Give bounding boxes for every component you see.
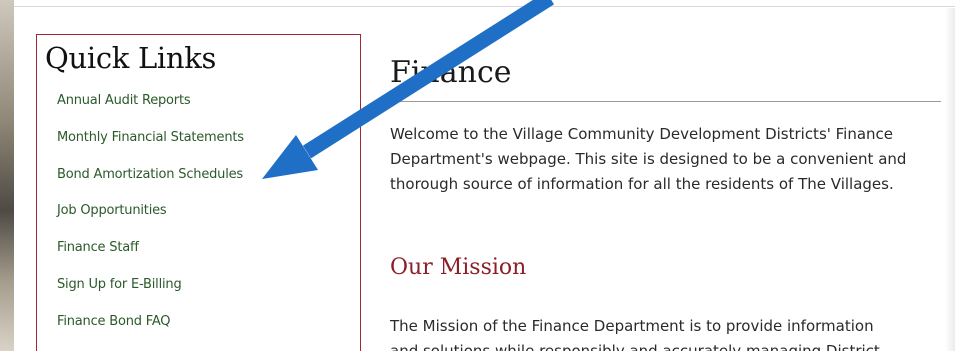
list-item: Finance Staff [57, 238, 244, 275]
quick-links-list: Annual Audit Reports Monthly Financial S… [57, 91, 244, 349]
link-finance-staff[interactable]: Finance Staff [57, 240, 139, 255]
link-monthly-financial-statements[interactable]: Monthly Financial Statements [57, 130, 244, 145]
link-annual-audit-reports[interactable]: Annual Audit Reports [57, 93, 191, 108]
link-sign-up-e-billing[interactable]: Sign Up for E-Billing [57, 277, 182, 292]
list-item: Job Opportunities [57, 201, 244, 238]
page-title: Finance [390, 55, 512, 90]
mission-heading: Our Mission [390, 255, 527, 280]
list-item: Bond Amortization Schedules [57, 165, 244, 202]
title-divider [388, 101, 941, 102]
list-item: Monthly Financial Statements [57, 128, 244, 165]
list-item: Sign Up for E-Billing [57, 275, 244, 312]
right-edge-shadow [945, 8, 955, 351]
link-job-opportunities[interactable]: Job Opportunities [57, 203, 167, 218]
link-finance-bond-faq[interactable]: Finance Bond FAQ [57, 314, 171, 329]
list-item: Finance Bond FAQ [57, 312, 244, 349]
page: Quick Links Annual Audit Reports Monthly… [0, 0, 955, 351]
mission-paragraph: The Mission of the Finance Department is… [390, 314, 950, 351]
top-divider [14, 6, 955, 7]
quick-links-panel: Quick Links Annual Audit Reports Monthly… [36, 34, 361, 351]
quick-links-title: Quick Links [45, 41, 217, 75]
intro-paragraph: Welcome to the Village Community Develop… [390, 125, 907, 193]
background-image-strip [0, 0, 14, 351]
mission-line-1: The Mission of the Finance Department is… [390, 317, 874, 335]
mission-line-2: and solutions while responsibly and accu… [390, 342, 880, 351]
link-bond-amortization-schedules[interactable]: Bond Amortization Schedules [57, 167, 243, 182]
list-item: Annual Audit Reports [57, 91, 244, 128]
